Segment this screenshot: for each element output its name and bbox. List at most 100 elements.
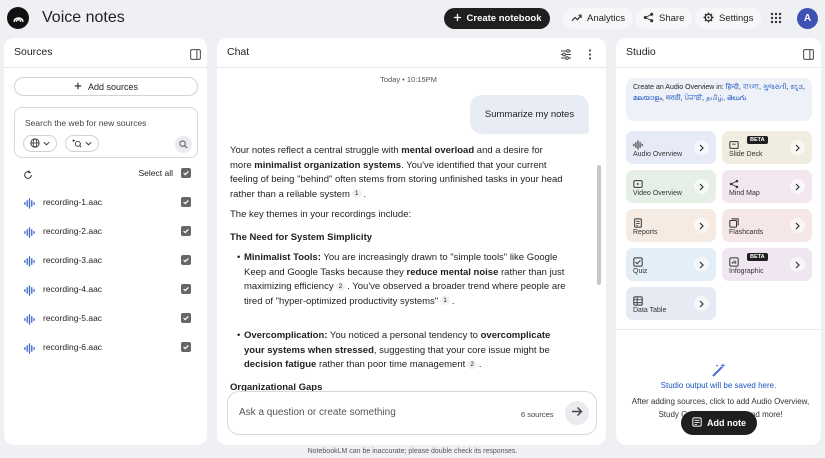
studio-tile-infographic[interactable]: BETA Infographic: [722, 248, 812, 281]
settings-label: Settings: [719, 13, 754, 24]
bullet-overcomplication: Overcomplication: You noticed a personal…: [237, 329, 568, 373]
source-name: recording-3.aac: [43, 255, 103, 265]
source-name: recording-2.aac: [43, 226, 103, 236]
tile-label: Data Table: [633, 307, 667, 314]
tile-label: Quiz: [633, 268, 648, 275]
language-link[interactable]: தமிழ்: [706, 95, 723, 102]
language-link[interactable]: ಕನ್ನಡ: [790, 84, 802, 91]
themes-line: The key themes in your recordings includ…: [230, 209, 412, 220]
chat-scrollbar[interactable]: [597, 165, 601, 285]
chevron-right-icon[interactable]: [694, 296, 709, 311]
language-link[interactable]: मराठी: [666, 95, 681, 102]
source-item[interactable]: recording-6.aac: [14, 340, 198, 354]
citation-chip[interactable]: 1: [440, 296, 450, 306]
language-link[interactable]: తెలుగు: [727, 95, 746, 102]
studio-tile-video-overview[interactable]: Video Overview: [626, 170, 716, 203]
source-checkbox[interactable]: [181, 197, 191, 207]
audio-waveform-icon: [24, 196, 35, 214]
avatar[interactable]: A: [797, 8, 818, 29]
web-search-input[interactable]: Search the web for new sources: [25, 118, 146, 128]
language-link[interactable]: മലയാളം: [633, 95, 662, 102]
tile-label: Slide Deck: [729, 151, 763, 158]
source-checkbox[interactable]: [181, 255, 191, 265]
top-bar: Voice notes Create notebook Analytics Sh…: [0, 0, 825, 36]
source-item[interactable]: recording-1.aac: [14, 195, 198, 209]
select-all-checkbox[interactable]: [181, 168, 191, 178]
web-search-box: Search the web for new sources: [14, 107, 198, 158]
search-submit-button[interactable]: [175, 136, 192, 153]
citation-chip[interactable]: 2: [335, 281, 346, 291]
tile-label: Mind Map: [729, 190, 760, 197]
notebooklm-logo-icon[interactable]: [7, 7, 29, 29]
refresh-icon[interactable]: [23, 167, 33, 185]
source-checkbox[interactable]: [181, 226, 191, 236]
source-checkbox[interactable]: [181, 313, 191, 323]
source-item[interactable]: recording-3.aac: [14, 253, 198, 267]
collapse-panel-icon[interactable]: [803, 47, 814, 65]
more-vert-icon[interactable]: [588, 47, 592, 65]
citation-chip[interactable]: 1: [351, 189, 362, 199]
studio-tile-flashcards[interactable]: Flashcards: [722, 209, 812, 242]
chevron-right-icon[interactable]: [790, 218, 805, 233]
source-checkbox[interactable]: [181, 342, 191, 352]
studio-tile-quiz[interactable]: Quiz: [626, 248, 716, 281]
send-button[interactable]: [565, 401, 589, 425]
tile-label: Flashcards: [729, 229, 764, 236]
chat-input[interactable]: Ask a question or create something: [239, 407, 396, 418]
add-sources-label: Add sources: [87, 81, 139, 92]
chevron-right-icon[interactable]: [694, 218, 709, 233]
studio-tile-mind-map[interactable]: Mind Map: [722, 170, 812, 203]
message-timestamp: Today • 10:15PM: [380, 75, 437, 84]
trending-up-icon: [571, 13, 582, 25]
overview-prefix: Create an Audio Overview in:: [633, 84, 724, 91]
analytics-label: Analytics: [587, 13, 626, 24]
source-item[interactable]: recording-4.aac: [14, 282, 198, 296]
source-count: 6 sources: [521, 410, 554, 419]
language-link[interactable]: বাংলা: [743, 84, 759, 91]
studio-tile-reports[interactable]: Reports: [626, 209, 716, 242]
tune-icon[interactable]: [560, 47, 572, 65]
notebook-title[interactable]: Voice notes: [42, 9, 125, 27]
share-icon: [643, 12, 654, 26]
add-note-label: Add note: [707, 418, 746, 428]
create-notebook-button[interactable]: Create notebook: [444, 8, 550, 29]
settings-button[interactable]: Settings: [695, 8, 762, 29]
citation-chip[interactable]: 2: [467, 359, 477, 369]
studio-tile-audio-overview[interactable]: Audio Overview: [626, 131, 716, 164]
chevron-right-icon[interactable]: [790, 140, 805, 155]
chat-messages[interactable]: Today • 10:15PM Summarize my notes Your …: [217, 68, 606, 445]
select-all-label: Select all: [138, 168, 174, 178]
select-all-row: Select all: [14, 166, 198, 180]
chevron-right-icon[interactable]: [694, 140, 709, 155]
source-checkbox[interactable]: [181, 284, 191, 294]
language-link[interactable]: हिन्दी: [726, 84, 739, 91]
source-name: recording-6.aac: [43, 342, 103, 352]
analytics-button[interactable]: Analytics: [563, 8, 634, 29]
response-intro: Your notes reflect a central struggle wi…: [230, 145, 563, 200]
chevron-right-icon[interactable]: [694, 257, 709, 272]
language-link[interactable]: ਪੰਜਾਬੀ: [685, 95, 703, 102]
source-item[interactable]: recording-2.aac: [14, 224, 198, 238]
add-note-button[interactable]: Add note: [681, 411, 757, 435]
chevron-right-icon[interactable]: [790, 179, 805, 194]
apps-grid-icon[interactable]: [770, 11, 784, 25]
language-link[interactable]: ગુજરાતી: [763, 84, 787, 91]
studio-tile-data-table[interactable]: Data Table: [626, 287, 716, 320]
studio-tile-slide-deck[interactable]: BETA Slide Deck: [722, 131, 812, 164]
chevron-right-icon[interactable]: [790, 257, 805, 272]
source-type-dropdown[interactable]: [23, 135, 57, 152]
collapse-panel-icon[interactable]: [190, 47, 201, 65]
add-sources-button[interactable]: Add sources: [14, 77, 198, 96]
tile-label: Video Overview: [633, 190, 682, 197]
audio-waveform-icon: [24, 341, 35, 359]
research-mode-dropdown[interactable]: [65, 135, 99, 152]
source-item[interactable]: recording-5.aac: [14, 311, 198, 325]
sources-header: Sources: [4, 38, 207, 68]
audio-waveform-icon: [24, 312, 35, 330]
magic-wand-icon: [711, 362, 727, 383]
chat-header: Chat: [217, 38, 606, 68]
share-button[interactable]: Share: [635, 8, 693, 29]
sparkle-search-icon: [71, 138, 82, 150]
chevron-right-icon[interactable]: [694, 179, 709, 194]
beta-badge: BETA: [747, 253, 768, 261]
